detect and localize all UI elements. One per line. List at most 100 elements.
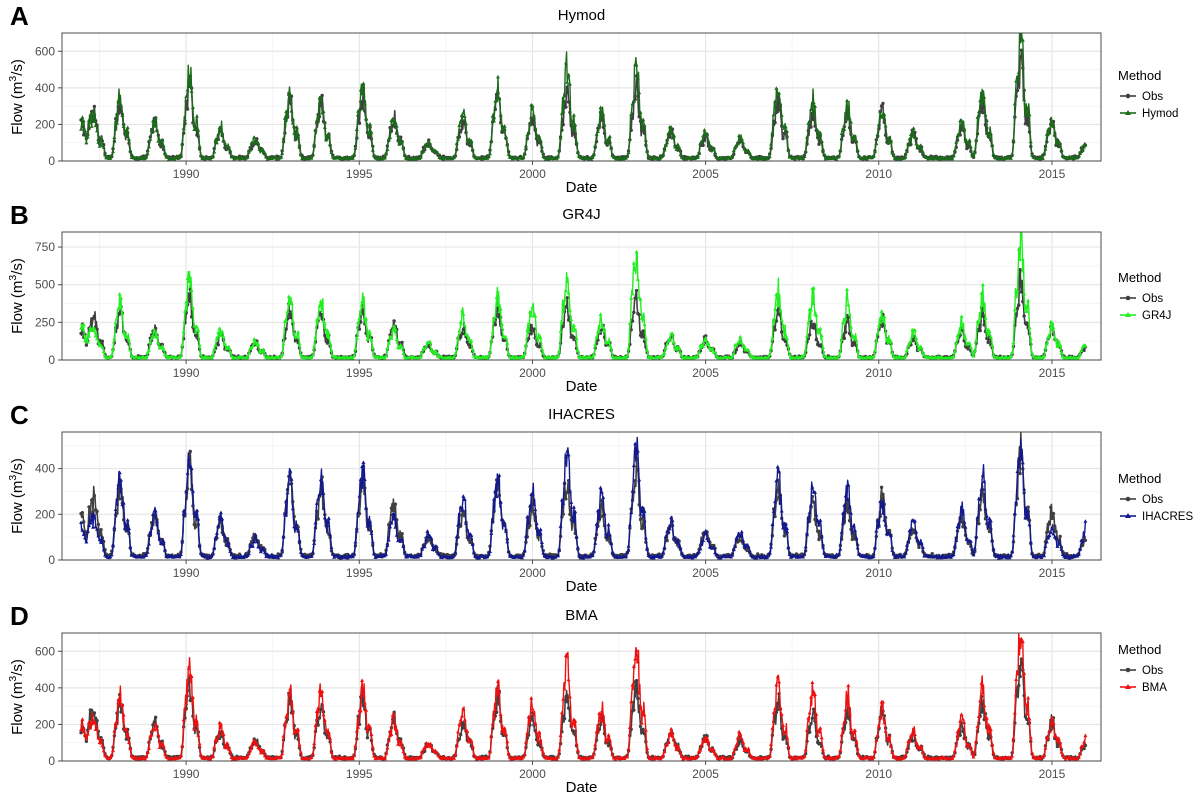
x-tick-label: 2000 — [519, 167, 546, 181]
point-obs — [188, 449, 192, 454]
panel-letter: C — [10, 400, 29, 430]
point-obs — [95, 719, 99, 723]
point-obs — [1047, 521, 1052, 526]
x-tick-label: 2015 — [1039, 167, 1066, 181]
y-axis-title: Flow (m3/s) — [7, 458, 26, 534]
point-obs — [153, 715, 158, 720]
panel-c: 1990 1995 2000 2005 2010 20150200400C IHACRESD… — [7, 400, 1193, 595]
x-tick-label: 2000 — [519, 366, 546, 380]
point-obs — [565, 490, 569, 494]
x-tick-label: 2015 — [1039, 366, 1066, 380]
point-obs — [193, 525, 198, 529]
panel-b: 1990 1995 2000 2005 2010 20150250500750B GR4JD… — [7, 200, 1171, 395]
point-obs — [817, 142, 821, 146]
x-axis-title: Date — [566, 378, 598, 395]
panel-a: 1990 1995 2000 2005 2010 20150200400600A Hymod… — [7, 1, 1178, 196]
point-obs — [185, 107, 190, 111]
legend-title: Method — [1118, 471, 1161, 486]
point-obs — [392, 509, 396, 513]
y-tick-label: 0 — [48, 553, 55, 567]
x-tick-label: 2005 — [692, 566, 719, 580]
point-obs — [782, 534, 787, 538]
point-obs — [87, 505, 91, 509]
y-tick-label: 200 — [35, 117, 55, 131]
point-obs — [100, 339, 105, 343]
x-axis-title: Date — [566, 179, 598, 196]
point-obs — [1054, 530, 1058, 534]
panel-title: IHACRES — [548, 406, 615, 423]
panel-letter: B — [10, 200, 29, 230]
plot-background — [62, 33, 1101, 161]
point-obs — [773, 328, 777, 332]
x-tick-label: 1995 — [346, 167, 373, 181]
legend-label: IHACRES — [1142, 511, 1193, 523]
point-obs — [641, 329, 645, 333]
point-obs — [1018, 267, 1022, 272]
x-tick-label: 1995 — [346, 566, 373, 580]
point-obs — [92, 104, 97, 109]
y-tick-label: 0 — [48, 154, 55, 168]
legend: Method Obs IHACRES — [1118, 471, 1193, 523]
point-obs — [781, 136, 785, 141]
point-obs — [843, 330, 848, 334]
point-obs — [79, 331, 83, 336]
point-hymod — [1019, 27, 1023, 31]
y-tick-label: 750 — [35, 240, 55, 254]
point-obs — [95, 509, 99, 514]
point-obs — [393, 502, 398, 506]
panel-d: 1990 1995 2000 2005 2010 20150200400600D BMADa… — [7, 601, 1167, 796]
point-obs — [814, 337, 819, 342]
point-obs — [96, 522, 101, 527]
legend-label: GR4J — [1142, 310, 1171, 322]
point-obs — [780, 330, 784, 334]
x-tick-label: 1995 — [346, 366, 373, 380]
point-obs — [1022, 314, 1026, 318]
point-obs — [811, 326, 816, 330]
point-obs — [811, 500, 816, 504]
point-obs — [537, 345, 541, 349]
point-obs — [357, 121, 362, 125]
point-obs — [400, 532, 404, 536]
point-obs — [564, 105, 568, 109]
legend: MethodObsGR4J — [1118, 270, 1171, 322]
y-tick-label: 600 — [35, 44, 55, 58]
point-obs — [879, 485, 884, 490]
legend-label: Obs — [1142, 293, 1163, 305]
point-obs — [1049, 505, 1053, 510]
y-tick-label: 400 — [35, 462, 55, 476]
point-obs — [668, 135, 672, 139]
x-tick-label: 1990 — [173, 167, 200, 181]
point-obs — [809, 125, 813, 129]
y-tick-label: 200 — [35, 507, 55, 521]
point-obs — [640, 526, 644, 531]
legend-label: Obs — [1142, 91, 1163, 103]
point-obs — [566, 318, 571, 322]
point-obs — [1083, 538, 1088, 543]
point-hymod — [1018, 12, 1022, 16]
point-obs — [981, 110, 985, 115]
point-obs — [633, 296, 637, 300]
point-obs — [564, 497, 568, 501]
point-obs — [637, 312, 641, 317]
point-obs — [92, 314, 97, 319]
point-obs — [1050, 516, 1054, 521]
point-obs — [80, 510, 85, 515]
x-tick-label: 2010 — [865, 566, 892, 580]
legend-label: Obs — [1142, 494, 1163, 506]
plot-background — [62, 432, 1101, 560]
point-obs — [846, 315, 851, 320]
point-obs — [365, 736, 370, 740]
panel-letter: A — [10, 1, 29, 31]
panel-title: Hymod — [558, 7, 606, 24]
point-obs — [565, 296, 569, 300]
y-tick-label: 500 — [35, 278, 55, 292]
x-tick-label: 2000 — [519, 566, 546, 580]
point-obs — [986, 340, 990, 345]
legend-key-marker — [1125, 496, 1131, 502]
point-obs — [846, 510, 851, 515]
point-obs — [1015, 306, 1020, 311]
x-tick-label: 1990 — [173, 566, 200, 580]
point-obs — [316, 517, 320, 521]
point-obs — [532, 327, 536, 331]
legend-key-marker — [1125, 93, 1131, 99]
